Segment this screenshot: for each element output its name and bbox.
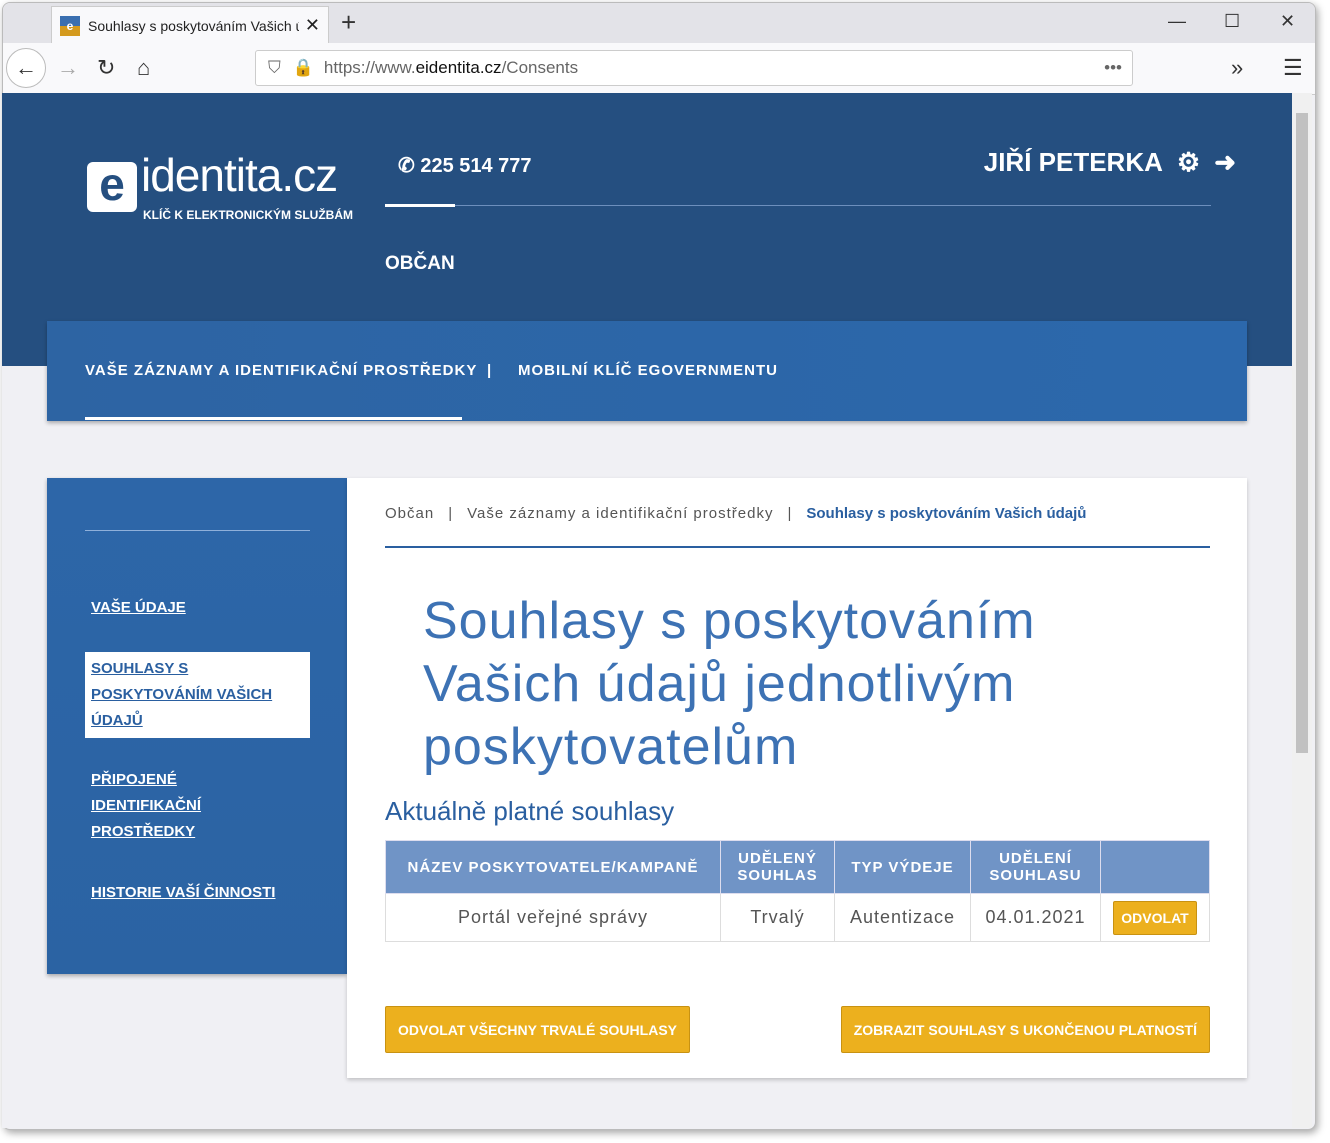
forward-icon[interactable]: → [57,55,79,81]
logo-e-icon: e [87,161,137,212]
user-name[interactable]: JIŘÍ PETERKA [984,147,1163,178]
minimize-icon[interactable]: — [1168,11,1186,32]
nav-toolbar: ← → ↻ ⌂ ⛉ 🔒 https://www. eidentita.cz/Con… [3,43,1315,95]
shield-icon: ⛉ [268,58,281,77]
sidebar-item-history[interactable]: HISTORIE VAŠÍ ČINNOSTI [91,880,331,906]
col-type: TYP VÝDEJE [834,840,971,894]
home-icon[interactable]: ⌂ [137,55,150,81]
logo-subtitle: KLÍČ K ELEKTRONICKÝM SLUŽBÁM [143,207,353,222]
section-title: Aktuálně platné souhlasy [385,796,675,826]
section-label[interactable]: OBČAN [385,253,455,275]
url-bar[interactable]: ⛉ 🔒 https://www. eidentita.cz/Consents ••… [255,50,1133,86]
nav-mobile-key[interactable]: MOBILNÍ KLÍČ EGOVERNMENTU [518,362,778,379]
logo[interactable]: e identita.cz KLÍČ K ELEKTRONICKÝM SLUŽBÁ… [87,148,353,222]
cell-consent: Trvalý [720,893,835,942]
main-content: Občan | Vaše záznamy a identifikační prost… [347,478,1247,1078]
phone-icon: ✆ [398,155,421,177]
url-prefix: https://www. [323,58,416,77]
more-icon[interactable]: ••• [1104,58,1122,78]
cell-date: 04.01.2021 [970,893,1101,942]
scrollbar[interactable] [1292,93,1312,1128]
maximize-icon[interactable]: ☐ [1224,11,1240,32]
close-tab-icon[interactable]: ✕ [305,15,320,36]
lock-icon: 🔒 [292,58,314,77]
revoke-all-button[interactable]: ODVOLAT VŠECHNY TRVALÉ SOUHLASY [385,1006,690,1053]
col-date: UDĚLENÍ SOUHLASU [970,840,1101,894]
phone: ✆ 225 514 777 [398,153,532,178]
user-area: JIŘÍ PETERKA ⚙ ➜ [984,147,1236,178]
tab-bar: e Souhlasy s poskytováním Vašich údajů ✕… [3,3,1315,44]
cell-action: ODVOLAT [1100,893,1210,942]
new-tab-icon[interactable]: + [341,7,356,38]
show-expired-button[interactable]: ZOBRAZIT SOUHLASY S UKONČENOU PLATNOSTÍ [840,1006,1210,1053]
sidebar: VAŠE ÚDAJE SOUHLASY S POSKYTOVÁNÍM VAŠIC… [47,478,347,974]
logo-text: identita.cz [141,149,338,201]
reload-icon[interactable]: ↻ [97,55,115,81]
scrollbar-thumb[interactable] [1296,113,1308,753]
top-navigation: VAŠE ZÁZNAMY A IDENTIFIKAČNÍ PROSTŘEDKY … [47,321,1247,421]
overflow-icon[interactable]: » [1231,55,1243,81]
table-header: NÁZEV POSKYTOVATELE/KAMPANĚ UDĚLENÝ SOUH… [385,840,1210,894]
page-title: Souhlasy s poskytováním Vašich údajů jed… [423,592,1036,776]
nav-separator: | [487,362,493,379]
nav-records[interactable]: VAŠE ZÁZNAMY A IDENTIFIKAČNÍ PROSTŘEDKY [85,362,477,379]
page: e identita.cz KLÍČ K ELEKTRONICKÝM SLUŽBÁ… [2,93,1292,1128]
phone-number: 225 514 777 [420,155,532,177]
consents-table: NÁZEV POSKYTOVATELE/KAMPANĚ UDĚLENÝ SOUH… [385,840,1210,942]
breadcrumb-current: Souhlasy s poskytováním Vašich údajů [806,505,1087,522]
breadcrumb: Občan | Vaše záznamy a identifikační prost… [385,505,1087,522]
revoke-button[interactable]: ODVOLAT [1113,900,1197,935]
logout-icon[interactable]: ➜ [1214,147,1236,178]
sidebar-item-consents[interactable]: SOUHLASY S POSKYTOVÁNÍM VAŠICH ÚDAJŮ [85,652,310,738]
breadcrumb-records[interactable]: Vaše záznamy a identifikační prostředky [467,505,773,522]
menu-icon[interactable]: ☰ [1283,55,1303,81]
tab-title: Souhlasy s poskytováním Vašich údajů [88,17,299,34]
col-consent: UDĚLENÝ SOUHLAS [720,840,835,894]
table-row: Portál veřejné správy Trvalý Autentizace… [385,893,1210,942]
url-path: /Consents [501,58,579,77]
gear-icon[interactable]: ⚙ [1177,147,1200,178]
close-window-icon[interactable]: ✕ [1280,11,1295,32]
cell-provider: Portál veřejné správy [385,893,721,942]
header-divider-accent [385,204,455,207]
back-icon[interactable]: ← [6,48,46,88]
header-divider [385,205,1211,206]
url-domain: eidentita.cz [415,58,502,77]
favicon-icon: e [60,15,80,36]
sidebar-item-identification-means[interactable]: PŘIPOJENÉ IDENTIFIKAČNÍ PROSTŘEDKY [91,767,231,845]
breadcrumb-citizen[interactable]: Občan [385,505,434,522]
col-provider: NÁZEV POSKYTOVATELE/KAMPANĚ [385,840,721,894]
breadcrumb-divider [385,546,1210,548]
nav-active-underline [85,417,462,420]
browser-tab[interactable]: e Souhlasy s poskytováním Vašich údajů ✕ [51,6,329,44]
sidebar-divider [85,530,310,531]
cell-type: Autentizace [834,893,971,942]
col-action [1100,840,1210,894]
sidebar-item-your-data[interactable]: VAŠE ÚDAJE [91,595,301,621]
